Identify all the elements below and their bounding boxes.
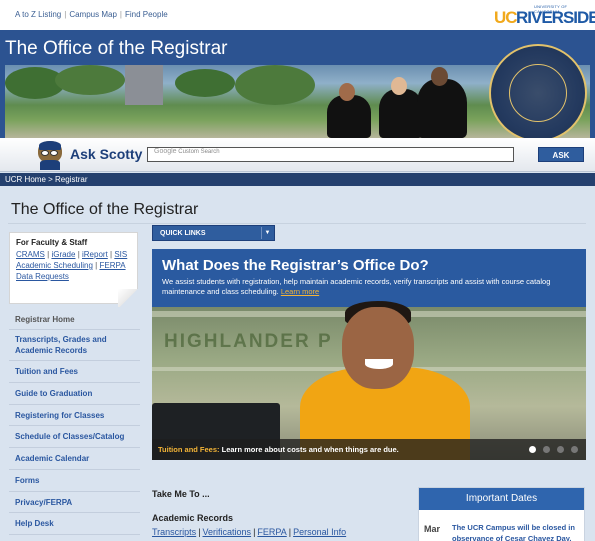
- sidebar-nav: Registrar Home Transcripts, Grades and A…: [9, 309, 140, 535]
- student-photo: HIGHLANDER P: [152, 301, 586, 460]
- take-me-to-heading: Take Me To ...: [152, 489, 210, 499]
- sidebar-item-registrar-home[interactable]: Registrar Home: [9, 309, 140, 330]
- chevron-down-icon: ▼: [261, 227, 273, 239]
- ask-scotty-label: Ask Scotty: [70, 146, 143, 162]
- university-seal-icon: [489, 44, 587, 138]
- hero-caption[interactable]: Tuition and Fees: Learn more about costs…: [152, 439, 586, 460]
- sidebar-item-schedule[interactable]: Schedule of Classes/Catalog: [9, 426, 140, 448]
- sidebar-item-help-desk[interactable]: Help Desk: [9, 513, 140, 535]
- hero-slideshow: What Does the Registrar’s Office Do? We …: [152, 249, 586, 460]
- slide-dot-4[interactable]: [571, 446, 578, 453]
- ireport-link[interactable]: iReport: [82, 250, 108, 259]
- igrade-link[interactable]: iGrade: [51, 250, 75, 259]
- ferpa-records-link[interactable]: FERPA: [257, 527, 286, 537]
- highlander-sign: HIGHLANDER P: [164, 331, 333, 352]
- ask-scotty-bar: Ask Scotty Google Custom Search ASK: [0, 138, 595, 172]
- caption-key: Tuition and Fees:: [158, 445, 220, 454]
- transcripts-link[interactable]: Transcripts: [152, 527, 196, 537]
- date-event-link[interactable]: The UCR Campus will be closed in observa…: [452, 522, 582, 541]
- ucr-logo[interactable]: UNIVERSITY OF CALIFORNIA UC RIVERSIDE: [494, 4, 595, 27]
- hero-title: What Does the Registrar’s Office Do?: [162, 257, 429, 274]
- data-requests-link[interactable]: Data Requests: [16, 272, 69, 281]
- academic-records-heading: Academic Records: [152, 513, 234, 523]
- site-banner: The Office of the Registrar: [0, 30, 595, 138]
- ferpa-link[interactable]: FERPA: [99, 261, 125, 270]
- sidebar-item-transcripts[interactable]: Transcripts, Grades and Academic Records: [9, 330, 140, 361]
- search-placeholder: Custom Search: [178, 149, 220, 155]
- sidebar-item-registering[interactable]: Registering for Classes: [9, 405, 140, 426]
- utility-bar: A to Z Listing | Campus Map | Find People UN…: [0, 0, 595, 30]
- faculty-links: CRAMS | iGrade | iReport | SIS Academic …: [16, 250, 128, 281]
- sidebar-item-graduation[interactable]: Guide to Graduation: [9, 383, 140, 405]
- banner-title[interactable]: The Office of the Registrar: [5, 38, 227, 60]
- sidebar-item-privacy[interactable]: Privacy/FERPA: [9, 492, 140, 513]
- breadcrumb-current: Registrar: [55, 175, 88, 184]
- academic-scheduling-link[interactable]: Academic Scheduling: [16, 261, 93, 270]
- logo-uc: UC: [494, 8, 518, 27]
- utility-links: A to Z Listing | Campus Map | Find People: [15, 10, 168, 19]
- quick-links-label: QUICK LINKS: [160, 230, 206, 237]
- hero-description: We assist students with registration, he…: [162, 277, 572, 297]
- important-dates-heading: Important Dates: [419, 488, 584, 510]
- search-input[interactable]: Google Custom Search: [147, 147, 514, 162]
- title-divider: [8, 223, 586, 224]
- page-title: The Office of the Registrar: [11, 201, 199, 218]
- scotty-mascot-icon: [36, 141, 64, 170]
- academic-records-links: Transcripts | Verifications | FERPA | Personal…: [152, 527, 347, 537]
- verifications-link[interactable]: Verifications: [203, 527, 252, 537]
- breadcrumb-ucr-home[interactable]: UCR Home: [5, 175, 46, 184]
- google-label: Google: [154, 148, 177, 155]
- slide-dot-3[interactable]: [557, 446, 564, 453]
- slide-dot-1[interactable]: [529, 446, 536, 453]
- learn-more-link[interactable]: Learn more: [281, 287, 319, 296]
- slide-dot-2[interactable]: [543, 446, 550, 453]
- breadcrumb-separator: >: [45, 175, 56, 184]
- sis-link[interactable]: SIS: [114, 250, 127, 259]
- important-dates-panel: Important Dates Mar The UCR Campus will …: [418, 487, 585, 541]
- breadcrumb: UCR Home > Registrar: [0, 173, 595, 186]
- date-month: Mar: [424, 524, 441, 534]
- caption-text: Learn more about costs and when things a…: [221, 445, 399, 454]
- a-to-z-link[interactable]: A to Z Listing: [15, 10, 61, 19]
- crams-link[interactable]: CRAMS: [16, 250, 45, 259]
- campus-map-link[interactable]: Campus Map: [69, 10, 117, 19]
- sidebar-item-forms[interactable]: Forms: [9, 470, 140, 492]
- sidebar-item-tuition[interactable]: Tuition and Fees: [9, 361, 140, 383]
- sidebar-item-calendar[interactable]: Academic Calendar: [9, 448, 140, 470]
- ask-button[interactable]: ASK: [538, 147, 584, 162]
- logo-riverside: RIVERSIDE: [516, 8, 595, 27]
- find-people-link[interactable]: Find People: [125, 10, 168, 19]
- faculty-heading: For Faculty & Staff: [16, 238, 88, 247]
- hero-description-text: We assist students with registration, he…: [162, 277, 551, 296]
- page-curl-decoration: [118, 289, 140, 307]
- personal-info-link[interactable]: Personal Info: [293, 527, 346, 537]
- quick-links-dropdown[interactable]: QUICK LINKS ▼: [152, 225, 275, 241]
